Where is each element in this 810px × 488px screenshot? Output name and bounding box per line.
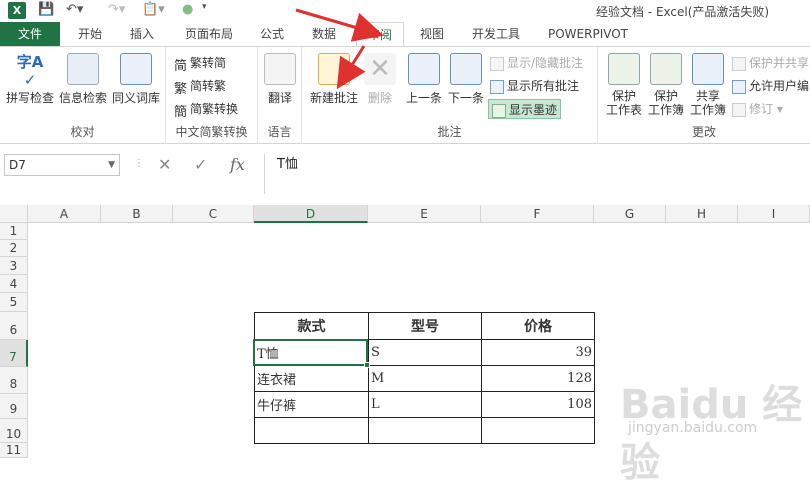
arrow-to-new-comment xyxy=(336,45,366,90)
arrow-to-review-tab xyxy=(295,8,384,42)
baidu-watermark-url: jingyan.baidu.com xyxy=(628,420,758,436)
